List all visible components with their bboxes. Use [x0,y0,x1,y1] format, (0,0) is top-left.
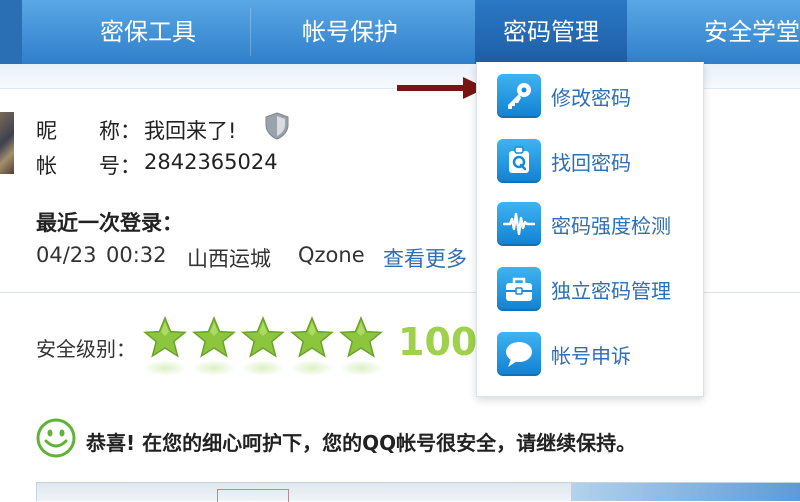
login-time: 00:32 [106,243,167,267]
arrow-pointer-icon [397,77,486,99]
shield-icon [265,112,289,140]
star-reflection [290,360,334,376]
avatar[interactable] [0,112,14,174]
menu-item-change-password[interactable]: 修改密码 [497,74,697,120]
briefcase-icon [497,267,541,311]
bottom-banner [36,482,800,502]
waveform-icon [497,202,541,246]
star-icon [290,316,334,358]
menu-item-label: 密码强度检测 [551,214,671,238]
security-score: 100 [398,320,478,364]
menu-item-account-appeal[interactable]: 帐号申诉 [497,332,697,378]
banner-blue-area [571,483,800,501]
star-icon [241,316,285,358]
nav-edge [0,0,22,64]
star-reflection [192,360,236,376]
account-label: 帐 号： [36,154,141,178]
menu-item-label: 帐号申诉 [551,344,631,368]
search-q-icon [497,139,541,183]
nav-item-password-management[interactable]: 密码管理 [475,0,627,64]
star-icon [192,316,236,358]
nav-item-security-tools[interactable]: 密保工具 [68,0,228,64]
menu-item-label: 修改密码 [551,86,631,110]
speech-bubble-icon [497,332,541,376]
menu-item-label: 独立密码管理 [551,279,671,303]
menu-item-password-strength-check[interactable]: 密码强度检测 [497,202,697,248]
nav-item-account-protection[interactable]: 帐号保护 [270,0,430,64]
login-source: Qzone [298,243,365,267]
nav-item-security-school[interactable]: 安全学堂 [672,0,800,64]
menu-item-label: 找回密码 [551,151,631,175]
password-management-dropdown: 修改密码 找回密码 密码强度检测 独立密码管理 帐号申诉 [476,62,704,397]
account-value: 2842365024 [144,150,278,174]
nickname-label: 昵 称： [36,119,141,143]
star-reflection [143,360,187,376]
nickname-value: 我回来了! [144,119,237,143]
smile-icon [36,418,76,458]
login-date: 04/23 [36,243,97,267]
key-icon [497,74,541,118]
menu-item-recover-password[interactable]: 找回密码 [497,139,697,185]
top-nav: 密保工具 帐号保护 密码管理 安全学堂 [0,0,800,64]
security-level-label: 安全级别： [36,337,136,361]
banner-card [217,489,289,502]
view-more-link[interactable]: 查看更多 [383,243,467,273]
login-location: 山西运城 [187,247,271,271]
nav-separator [250,8,251,56]
star-reflection [339,360,383,376]
menu-item-independent-password[interactable]: 独立密码管理 [497,267,697,313]
star-reflection [241,360,285,376]
congratulations-message: 恭喜! 在您的细心呵护下，您的QQ帐号很安全，请继续保持。 [86,431,637,455]
star-icon [143,316,187,358]
star-icon [339,316,383,358]
last-login-title: 最近一次登录： [36,211,183,235]
